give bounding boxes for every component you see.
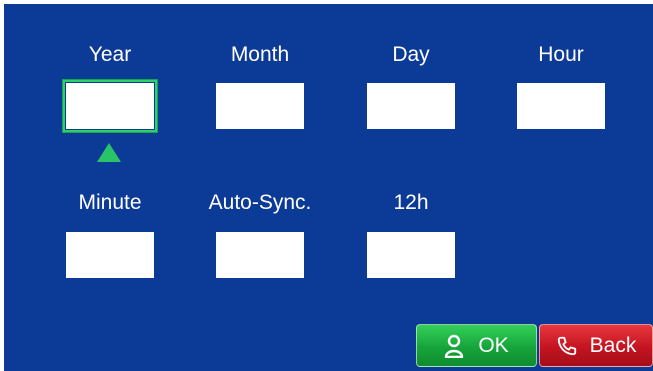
year-field: Year <box>35 42 185 129</box>
hour-format-field: 12h <box>336 190 486 278</box>
auto-sync-input[interactable] <box>216 232 304 278</box>
back-button[interactable]: Back <box>539 324 653 367</box>
auto-sync-field: Auto-Sync. <box>185 190 335 278</box>
hour-format-input[interactable] <box>367 232 455 278</box>
month-field: Month <box>185 42 335 129</box>
month-input[interactable] <box>216 83 304 129</box>
back-button-label: Back <box>589 333 637 357</box>
user-icon <box>444 334 464 358</box>
month-label: Month <box>230 43 290 66</box>
auto-sync-label: Auto-Sync. <box>208 191 312 214</box>
minute-input[interactable] <box>66 232 154 278</box>
year-label: Year <box>88 43 132 66</box>
day-input[interactable] <box>367 83 455 129</box>
hour-input[interactable] <box>517 83 605 129</box>
ok-button-label: OK <box>478 333 509 357</box>
minute-field: Minute <box>35 190 185 278</box>
year-input[interactable] <box>66 83 154 129</box>
hour-format-label: 12h <box>393 191 429 214</box>
minute-label: Minute <box>78 191 142 214</box>
triangle-up-icon <box>97 143 121 162</box>
hour-label: Hour <box>538 43 584 66</box>
hour-field: Hour <box>486 42 636 129</box>
settings-screen: Year Month Day Hour Minute Auto-Sync. 12… <box>4 4 653 371</box>
day-field: Day <box>336 42 486 129</box>
day-label: Day <box>392 43 430 66</box>
phone-icon <box>556 335 578 357</box>
ok-button[interactable]: OK <box>416 324 537 367</box>
